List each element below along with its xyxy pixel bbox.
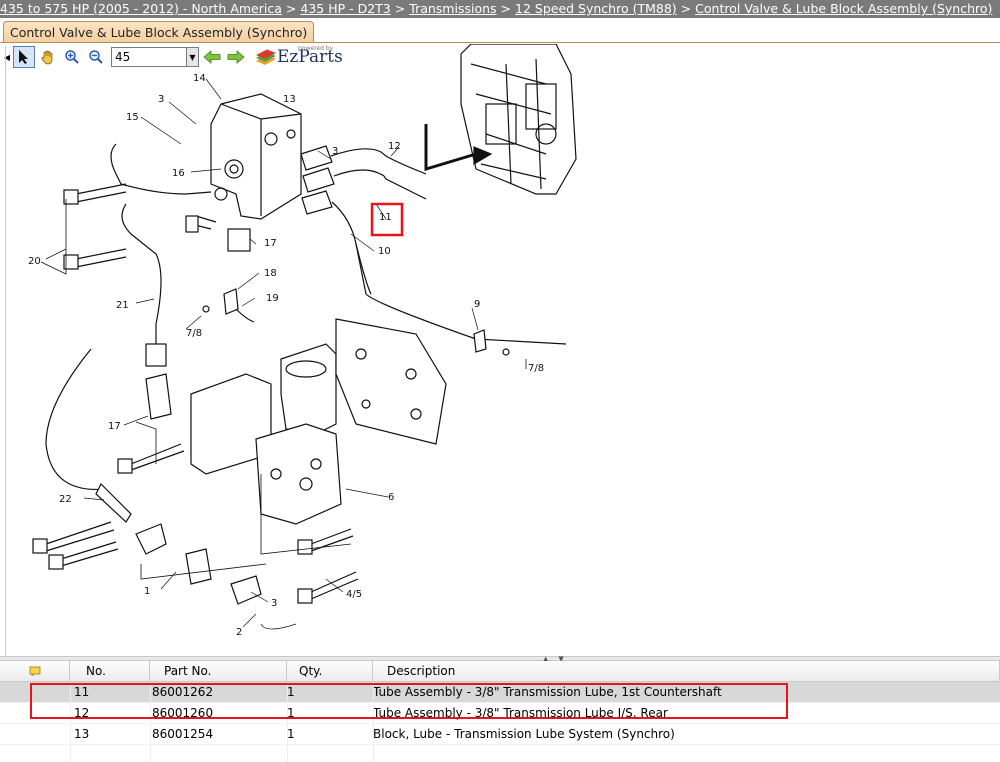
callout-19[interactable]: 19 — [266, 293, 279, 304]
callout-11[interactable]: 11 — [379, 212, 392, 223]
breadcrumb-separator: > — [500, 1, 512, 16]
callout-2[interactable]: 2 — [236, 627, 242, 638]
breadcrumb-link-model[interactable]: 435 HP - D2T3 — [300, 1, 390, 16]
breadcrumb-link-current[interactable]: Control Valve & Lube Block Assembly (Syn… — [695, 1, 992, 16]
callout-4-5[interactable]: 4/5 — [346, 589, 362, 600]
parts-diagram[interactable]: 14 13 3 15 16 3 12 11 10 20 17 18 19 21 … — [6, 44, 1000, 656]
selected-row-highlight — [30, 683, 788, 719]
column-header-description[interactable]: Description — [373, 660, 1000, 682]
notes-column-header[interactable] — [0, 660, 70, 682]
callout-17b[interactable]: 17 — [108, 421, 121, 432]
overview-transmission — [460, 44, 577, 195]
callout-17[interactable]: 17 — [264, 238, 277, 249]
breadcrumb-link-synchro[interactable]: 12 Speed Synchro (TM88) — [515, 1, 677, 16]
breadcrumb-separator: > — [680, 1, 692, 16]
row-no: 13 — [74, 726, 90, 741]
callout-10[interactable]: 10 — [378, 246, 391, 257]
callout-15[interactable]: 15 — [126, 112, 139, 123]
note-icon — [29, 666, 40, 677]
column-header-qty[interactable]: Qty. — [287, 660, 373, 682]
breadcrumb-separator: > — [394, 1, 406, 16]
breadcrumb-link-series[interactable]: 435 to 575 HP (2005 - 2012) - North Amer… — [0, 1, 282, 16]
row-description: Block, Lube - Transmission Lube System (… — [373, 726, 675, 741]
callout-6[interactable]: 6 — [388, 492, 394, 503]
callout-20[interactable]: 20 — [28, 256, 41, 267]
callout-7-8[interactable]: 7/8 — [186, 328, 202, 339]
column-header-part-no[interactable]: Part No. — [150, 660, 287, 682]
row-part-no: 86001254 — [152, 726, 214, 741]
breadcrumb-link-transmissions[interactable]: Transmissions — [409, 1, 496, 16]
callout-21[interactable]: 21 — [116, 300, 129, 311]
callout-1[interactable]: 1 — [144, 586, 150, 597]
table-header: No. Part No. Qty. Description — [0, 660, 1000, 682]
column-header-no[interactable]: No. — [70, 660, 150, 682]
tab-divider — [0, 42, 1000, 43]
callout-14[interactable]: 14 — [193, 73, 206, 84]
callout-12[interactable]: 12 — [388, 141, 401, 152]
callout-3b[interactable]: 3 — [332, 146, 338, 157]
callout-3[interactable]: 3 — [158, 94, 164, 105]
callout-22[interactable]: 22 — [59, 494, 72, 505]
note-cell — [0, 724, 70, 745]
tab-control-valve[interactable]: Control Valve & Lube Block Assembly (Syn… — [3, 21, 315, 43]
callout-9[interactable]: 9 — [474, 299, 480, 310]
callout-3c[interactable]: 3 — [271, 598, 277, 609]
callout-13[interactable]: 13 — [283, 94, 296, 105]
breadcrumb-separator: > — [285, 1, 297, 16]
callout-18[interactable]: 18 — [264, 268, 277, 279]
callout-7-8b[interactable]: 7/8 — [528, 363, 544, 374]
breadcrumb: 435 to 575 HP (2005 - 2012) - North Amer… — [0, 0, 1000, 18]
callout-16[interactable]: 16 — [172, 168, 185, 179]
row-qty: 1 — [287, 726, 295, 741]
